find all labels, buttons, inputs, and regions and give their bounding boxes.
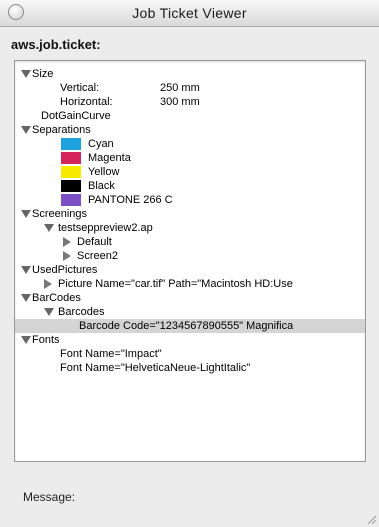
tree-node-label: Size [32, 68, 54, 80]
disclosure-triangle-expanded-icon[interactable] [21, 70, 31, 78]
tree-node-label: Picture Name="car.tif" Path="Macintosh H… [58, 278, 293, 290]
tree-leaf-horizontal[interactable]: Horizontal: 300 mm [15, 95, 365, 109]
vertical-label: Vertical: [60, 82, 100, 94]
message-label: Message: [23, 490, 76, 504]
tree-leaf-font-impact[interactable]: Font Name="Impact" [15, 347, 365, 361]
disclosure-triangle-expanded-icon[interactable] [21, 336, 31, 344]
black-swatch [61, 180, 81, 192]
tree-node-label: Font Name="HelveticaNeue-LightItalic" [60, 362, 251, 374]
disclosure-triangle-collapsed-icon[interactable] [63, 237, 71, 247]
tree-node-label: Separations [32, 124, 91, 136]
job-ticket-viewer-window: Job Ticket Viewer aws.job.ticket: Size V… [0, 0, 379, 527]
horizontal-label: Horizontal: [60, 96, 113, 108]
tree-node-picture[interactable]: Picture Name="car.tif" Path="Macintosh H… [15, 277, 365, 291]
job-ticket-tree[interactable]: Size Vertical: 250 mm Horizontal: 300 mm… [14, 60, 366, 462]
tree-node-label: testseppreview2.ap [58, 222, 153, 234]
disclosure-triangle-expanded-icon[interactable] [44, 308, 54, 316]
tree-node-label: Yellow [88, 166, 120, 178]
tree-node-barcodes[interactable]: Barcodes [15, 305, 365, 319]
magenta-swatch [61, 152, 81, 164]
tree-node-label: Black [88, 180, 115, 192]
tree-node-default[interactable]: Default [15, 235, 365, 249]
tree-node-screen2[interactable]: Screen2 [15, 249, 365, 263]
tree-leaf-font-helvetica[interactable]: Font Name="HelveticaNeue-LightItalic" [15, 361, 365, 375]
tree-node-used-pictures[interactable]: UsedPictures [15, 263, 365, 277]
tree-node-label: Screen2 [77, 250, 118, 262]
tree-leaf-barcode-selected[interactable]: Barcode Code="1234567890555" Magnifica [15, 319, 365, 333]
tree-node-fonts[interactable]: Fonts [15, 333, 365, 347]
ticket-path-label: aws.job.ticket: [11, 37, 101, 52]
yellow-swatch [61, 166, 81, 178]
tree-leaf-vertical[interactable]: Vertical: 250 mm [15, 81, 365, 95]
disclosure-triangle-expanded-icon[interactable] [21, 210, 31, 218]
disclosure-triangle-expanded-icon[interactable] [44, 224, 54, 232]
tree-node-barcodes-root[interactable]: BarCodes [15, 291, 365, 305]
tree-leaf-yellow[interactable]: Yellow [15, 165, 365, 179]
tree-node-label: Fonts [32, 334, 60, 346]
disclosure-triangle-expanded-icon[interactable] [21, 126, 31, 134]
disclosure-triangle-expanded-icon[interactable] [21, 294, 31, 302]
tree-node-screenings[interactable]: Screenings [15, 207, 365, 221]
tree-node-label: Barcode Code="1234567890555" Magnifica [79, 320, 294, 332]
tree-node-label: Font Name="Impact" [60, 348, 162, 360]
tree-node-label: UsedPictures [32, 264, 98, 276]
title-bar[interactable]: Job Ticket Viewer [0, 0, 379, 27]
pantone-swatch [61, 194, 81, 206]
tree-node-size[interactable]: Size [15, 67, 365, 81]
tree-node-label: Default [77, 236, 112, 248]
horizontal-value: 300 mm [160, 96, 200, 108]
tree-leaf-magenta[interactable]: Magenta [15, 151, 365, 165]
tree-node-label: BarCodes [32, 292, 81, 304]
tree-node-separations[interactable]: Separations [15, 123, 365, 137]
tree-leaf-dot-gain-curve[interactable]: DotGainCurve [15, 109, 365, 123]
vertical-value: 250 mm [160, 82, 200, 94]
resize-grip-icon[interactable] [366, 514, 376, 524]
tree-leaf-black[interactable]: Black [15, 179, 365, 193]
tree-node-label: PANTONE 266 C [88, 194, 173, 206]
tree-leaf-pantone[interactable]: PANTONE 266 C [15, 193, 365, 207]
tree-node-label: Screenings [32, 208, 88, 220]
tree-node-screening-file[interactable]: testseppreview2.ap [15, 221, 365, 235]
tree-node-label: Barcodes [58, 306, 105, 318]
tree-node-label: DotGainCurve [41, 110, 111, 122]
disclosure-triangle-collapsed-icon[interactable] [63, 251, 71, 261]
tree-node-label: Cyan [88, 138, 114, 150]
tree-leaf-cyan[interactable]: Cyan [15, 137, 365, 151]
tree-node-label: Magenta [88, 152, 131, 164]
window-title: Job Ticket Viewer [132, 5, 247, 21]
cyan-swatch [61, 138, 81, 150]
disclosure-triangle-expanded-icon[interactable] [21, 266, 31, 274]
disclosure-triangle-collapsed-icon[interactable] [44, 279, 52, 289]
